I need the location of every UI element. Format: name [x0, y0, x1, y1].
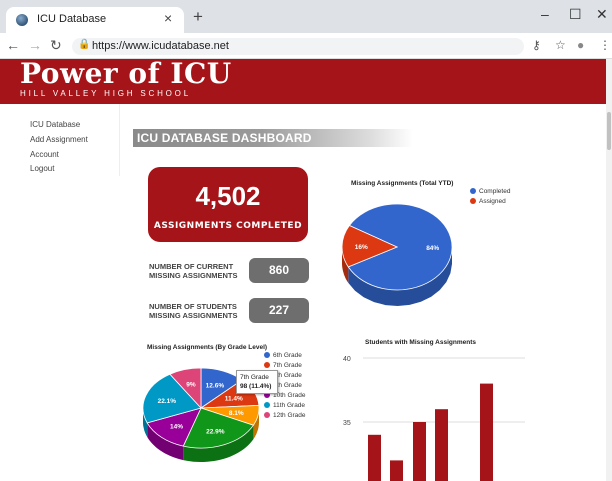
pie-label-completed: 84% [426, 245, 439, 252]
y-tick-label-40: 40 [343, 356, 351, 363]
forward-icon[interactable]: → [28, 37, 42, 53]
legend-dot-icon [470, 188, 476, 194]
legend-label: Completed [479, 188, 511, 195]
brand-logo[interactable]: Power of ICU [20, 57, 232, 90]
profile-icon[interactable]: ● [577, 38, 584, 52]
chart-title-grade-level: Missing Assignments (By Grade Level) [147, 344, 268, 351]
star-icon[interactable]: ☆ [555, 38, 566, 52]
legend-item-ytd-completed[interactable]: Completed [470, 188, 510, 195]
legend-label: 6th Grade [273, 352, 302, 359]
pie-label-12th-grade: 9% [186, 382, 196, 389]
bar-1 [368, 434, 381, 481]
pie-label-7th-grade: 11.4% [225, 395, 243, 402]
close-tab-icon[interactable]: × [164, 10, 172, 26]
students-missing-label-line2: MISSING ASSIGNMENTS [149, 311, 238, 320]
address-bar-row: ← → ↻ 🔒 https://www.icudatabase.net ⚷ ☆ … [0, 33, 612, 59]
students-missing-value: 227 [249, 298, 309, 323]
bar-4 [435, 409, 448, 481]
pie-label-9th-grade: 22.9% [206, 428, 225, 435]
tooltip-line-2: 98 (11.4%) [240, 383, 272, 390]
back-icon[interactable]: ← [6, 37, 20, 53]
students-missing-label-line1: NUMBER OF STUDENTS [149, 302, 237, 311]
sidebar-item-account[interactable]: Account [30, 150, 59, 159]
browser-tabstrip: ICU Database × + – ☐ ✕ [0, 0, 612, 33]
chart-title-students-missing: Students with Missing Assignments [365, 339, 476, 346]
sidebar-item-icu-database[interactable]: ICU Database [30, 120, 80, 129]
key-icon[interactable]: ⚷ [532, 38, 541, 52]
pie-chart-total-ytd: 84% 16% [341, 203, 453, 306]
new-tab-icon[interactable]: + [193, 7, 203, 27]
school-name: HILL VALLEY HIGH SCHOOL [20, 89, 191, 98]
page-title: ICU DATABASE DASHBOARD [137, 131, 312, 145]
url-input[interactable]: 🔒 https://www.icudatabase.net [72, 38, 524, 55]
sidebar-item-logout[interactable]: Logout [30, 164, 54, 173]
chart-tooltip: 7th Grade 98 (11.4%) [236, 370, 278, 394]
reload-icon[interactable]: ↻ [50, 37, 62, 54]
completed-label: ASSIGNMENTS COMPLETED [153, 221, 303, 231]
pie-label-8th-grade: 8.1% [229, 410, 244, 417]
completed-count: 4,502 [195, 181, 261, 211]
current-missing-value: 860 [249, 258, 309, 283]
legend-item-grade-6th-grade[interactable]: 6th Grade [264, 352, 302, 359]
legend-dot-icon [264, 352, 270, 358]
scrollbar-thumb[interactable] [607, 112, 611, 150]
url-text: https://www.icudatabase.net [92, 40, 229, 52]
minimize-icon[interactable]: – [541, 6, 549, 22]
lock-icon: 🔒 [78, 39, 91, 50]
bar-5 [480, 383, 493, 481]
maximize-icon[interactable]: ☐ [569, 6, 582, 23]
window-close-icon[interactable]: ✕ [596, 6, 608, 23]
site-header: Power of ICU HILL VALLEY HIGH SCHOOL [0, 57, 606, 104]
legend-label: Assigned [479, 198, 506, 205]
bar-chart-students-missing: 403530 [343, 356, 525, 481]
y-tick-label-35: 35 [343, 420, 351, 427]
globe-icon [16, 14, 28, 26]
current-missing-label-line1: NUMBER OF CURRENT [149, 262, 234, 271]
browser-tab[interactable]: ICU Database × [6, 7, 184, 33]
sidebar-item-add-assignment[interactable]: Add Assignment [30, 135, 88, 144]
dashboard-title-bar: ICU DATABASE DASHBOARD [133, 129, 413, 147]
pie-label-10th-grade: 14% [170, 424, 183, 431]
sidebar: ICU Database Add Assignment Account Logo… [0, 104, 120, 176]
pie-label-11th-grade: 22.1% [158, 398, 177, 405]
pie-label-assigned: 16% [355, 244, 368, 251]
students-missing-label: NUMBER OF STUDENTS MISSING ASSIGNMENTS [149, 302, 249, 320]
menu-icon[interactable]: ⋮ [599, 38, 611, 52]
current-missing-label-line2: MISSING ASSIGNMENTS [149, 271, 238, 280]
tab-title: ICU Database [37, 13, 107, 25]
bar-3 [413, 422, 426, 481]
bar-2 [390, 460, 403, 481]
current-missing-label: NUMBER OF CURRENT MISSING ASSIGNMENTS [149, 262, 249, 280]
chart-title-total-ytd: Missing Assignments (Total YTD) [351, 180, 454, 187]
tooltip-line-1: 7th Grade [240, 374, 269, 381]
assignments-completed-card: 4,502 ASSIGNMENTS COMPLETED [148, 167, 308, 242]
pie-label-6th-grade: 12.6% [206, 383, 225, 390]
